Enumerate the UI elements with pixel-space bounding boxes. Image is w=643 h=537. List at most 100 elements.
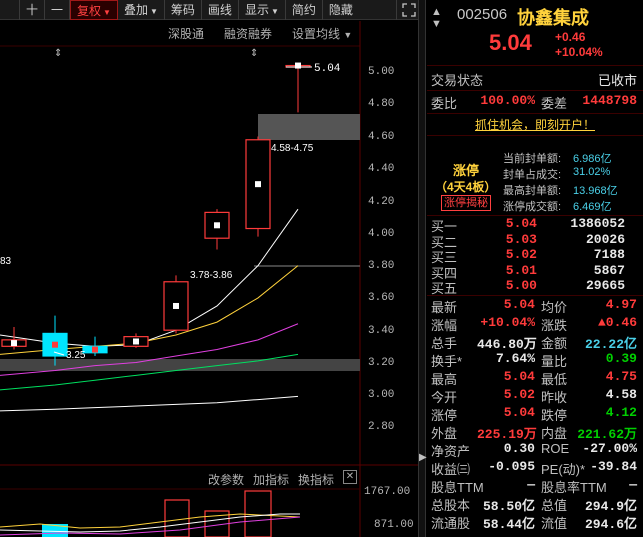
orderbook-row[interactable]: 买五 5.00 29665 [427,278,643,296]
orderbook-price: 5.02 [505,247,537,263]
quote-value: 58.44亿 [482,517,535,532]
chevron-up-icon[interactable]: ▲ [431,6,442,18]
open-account-banner[interactable]: 抓住机会，即刻开户！ [427,116,643,134]
quote-value: 4.75 [605,369,637,384]
divider [427,90,643,91]
orderbook-price: 5.03 [505,231,537,247]
y-tick: 3.20 [368,357,395,369]
limit-reveal-button[interactable]: 涨停揭秘 [441,195,491,211]
quote-label: 金额 [541,336,568,351]
y-tick: 3.60 [368,292,395,304]
indicator-toolbar: 改参数 加指标 换指标 ✕ [0,466,360,490]
stock-name: 协鑫集成 [517,8,589,28]
limit-up-block: 涨停 （4天4板） 涨停揭秘 当前封单额: 6.986亿 封单占成交: 31.0… [427,138,643,216]
marker-icon: ⇕ [54,48,62,59]
candle-dot [52,341,58,348]
quote-row: 总手 446.80万 金额 22.22亿 [427,333,643,352]
quote-label: ROE [541,441,570,456]
orderbook-volume: 29665 [585,278,625,294]
y-tick: 4.60 [368,131,395,143]
y-tick: 3.40 [368,325,395,337]
quote-label: 总手 [431,336,458,351]
quote-value: 225.19万 [477,427,537,442]
quote-label: 净资产 [431,444,471,459]
orderbook-price: 5.00 [505,278,537,294]
orderbook-row[interactable]: 买二 5.03 20026 [427,231,643,250]
quote-value: — [629,477,637,492]
quote-row: 涨幅 +10.04% 涨跌 ▲0.46 [427,315,643,333]
price-header: 5.04 +0.46 +10.04% [427,30,643,60]
ma-line-ma5 [0,208,299,347]
quote-value: 4.58 [605,387,637,402]
quote-label: 昨收 [541,390,568,405]
quote-value: 7.64% [495,351,535,366]
diff-value: 1448798 [582,93,637,108]
candle-dot [92,346,98,353]
quote-value: 0.30 [503,441,535,456]
quote-value: 4.97 [605,297,637,312]
divider [427,135,643,136]
close-icon[interactable]: ✕ [343,470,357,484]
limit-up-streak: （4天4板） [435,180,497,194]
switch-indicator-button[interactable]: 换指标 [298,471,334,488]
quote-label: 跌停 [541,408,568,423]
orderbook-row[interactable]: 买三 5.02 7188 [427,247,643,265]
quote-value: 5.04 [503,405,535,420]
quote-label: 均价 [541,300,568,315]
y-tick: 4.20 [368,196,395,208]
add-indicator-button[interactable]: 加指标 [253,471,289,488]
ratio-label: 委比 [431,96,458,111]
candle-dot [133,338,139,345]
candle-dot [214,222,220,229]
left-edge-label: 83 [0,256,12,267]
quote-label: 内盘 [541,426,568,441]
limit-row-label: 当前封单额: [503,153,562,165]
quote-label: 流值 [541,516,568,531]
quote-value: 294.6亿 [584,517,637,532]
quote-label: 涨停 [431,408,458,423]
quote-label: 最新 [431,300,458,315]
limit-up-title: 涨停 [453,163,480,178]
quote-row: 净资产 0.30 ROE -27.00% [427,441,643,459]
kline-chart[interactable]: ⇕ ⇕ 5.04 4.58-4.75 3.78-3.86 3.25 83 [0,0,418,537]
diff-label: 委差 [541,96,568,111]
chevron-down-icon[interactable]: ▼ [431,18,442,30]
quote-row: 涨停 5.04 跌停 4.12 [427,405,643,423]
ma-line-ma120 [0,395,299,412]
limit-row-value: 6.986亿 [573,153,612,165]
y-tick: 4.80 [368,98,395,110]
edit-params-button[interactable]: 改参数 [208,471,244,488]
order-ratio-row: 委比 100.00% 委差 1448798 [427,93,643,113]
status-value: 已收市 [597,73,637,88]
quote-label: 最高 [431,372,458,387]
quote-label: 外盘 [431,426,458,441]
orderbook-price: 5.04 [505,216,537,231]
quote-value: -27.00% [582,441,637,456]
quote-panel: ▲ ▼ 002506 协鑫集成 5.04 +0.46 +10.04% 交易状态 … [427,0,643,537]
limit-row-value: 13.968亿 [573,185,618,197]
banner-text[interactable]: 抓住机会，即刻开户！ [475,118,595,132]
sub-y-tick: 871.00 [374,519,414,531]
candle-dot [11,340,17,347]
limit-row-label: 封单占成交: [503,169,562,181]
quote-value: 58.50亿 [482,499,535,514]
orderbook-volume: 7188 [593,247,625,263]
quote-row: 股息TTM — 股息率TTM — [427,477,643,495]
high-label: 5.04 [314,63,341,75]
quote-row: 最新 5.04 均价 4.97 [427,297,643,315]
orderbook-volume: 1386052 [570,216,625,231]
y-tick: 5.00 [368,66,395,78]
orderbook-row[interactable]: 买四 5.01 5867 [427,263,643,281]
chevron-right-icon[interactable]: ▶ [419,452,427,463]
quote-row: 外盘 225.19万 内盘 221.62万 [427,423,643,442]
quote-value: 5.02 [503,387,535,402]
trade-status-row: 交易状态 已收市 [427,70,643,90]
limit-row-label: 涨停成交额: [503,201,562,213]
stock-header: ▲ ▼ 002506 协鑫集成 [427,4,643,30]
resistance-band [258,114,360,140]
quote-value: 294.9亿 [584,499,637,514]
quote-value: 446.80万 [477,337,537,352]
quote-value: ▲0.46 [597,315,637,330]
orderbook-volume: 20026 [585,231,625,247]
orderbook-row[interactable]: 买一 5.04 1386052 [427,216,643,234]
